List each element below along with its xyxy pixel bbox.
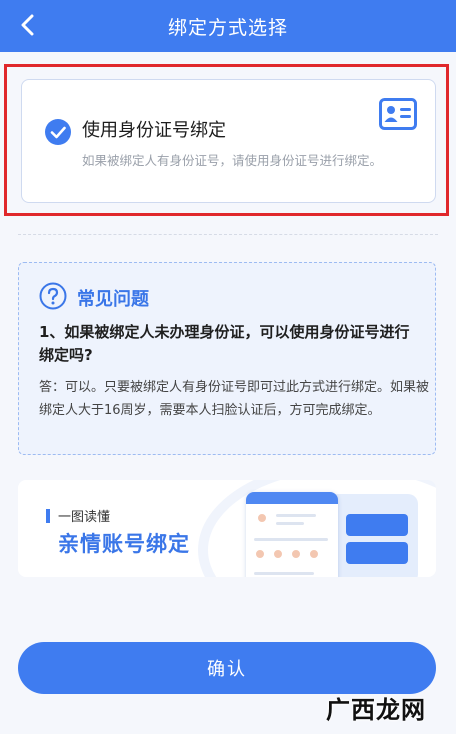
banner-tag-text: 一图读懂 (58, 510, 111, 525)
illustration-avatar (290, 548, 302, 560)
chevron-left-icon (21, 14, 34, 36)
illustration-line (276, 522, 304, 525)
watermark: 广西龙网 (326, 690, 426, 725)
page-title: 绑定方式选择 (167, 16, 288, 39)
option-description: 如果被绑定人有身份证号，请使用身份证号进行绑定。 (82, 153, 383, 168)
banner-tag-bar (46, 508, 50, 523)
banner-title: 亲情账号绑定 (58, 532, 190, 556)
faq-question: 1、如果被绑定人未办理身份证，可以使用身份证号进行绑定吗? (39, 323, 410, 364)
illustration-avatar (254, 548, 266, 560)
option-title: 使用身份证号绑定 (82, 120, 226, 141)
illustration-avatar (308, 548, 320, 560)
back-button[interactable] (12, 10, 42, 40)
id-card-icon (379, 98, 417, 130)
illustration-avatar (272, 548, 284, 560)
confirm-button[interactable]: 确认 (18, 642, 436, 694)
illustration-line (276, 514, 316, 517)
watermark-text: 广西龙网 (326, 696, 426, 724)
question-circle-icon (39, 282, 67, 310)
faq-card: 常见问题 1、如果被绑定人未办理身份证，可以使用身份证号进行绑定吗? 答：可以。… (18, 262, 436, 455)
illustration-line (254, 538, 328, 541)
option-id-number[interactable]: 使用身份证号绑定 如果被绑定人有身份证号，请使用身份证号进行绑定。 (21, 79, 436, 203)
faq-answer: 答：可以。只要被绑定人有身份证号即可过此方式进行绑定。如果被绑定人大于16周岁，… (39, 380, 430, 418)
check-circle-icon (45, 119, 71, 145)
header-bar: 绑定方式选择 (0, 0, 456, 52)
illustration-avatar (256, 512, 268, 524)
highlight-frame: 使用身份证号绑定 如果被绑定人有身份证号，请使用身份证号进行绑定。 (4, 64, 449, 216)
illustration-line (254, 572, 314, 575)
faq-title: 常见问题 (77, 289, 149, 310)
banner-tag: 一图读懂 (46, 506, 110, 525)
illustration-card (346, 514, 408, 536)
phone-illustration (246, 492, 338, 577)
section-divider (18, 234, 438, 235)
illustration-card (346, 542, 408, 564)
guide-banner[interactable]: 一图读懂 亲情账号绑定 (18, 480, 436, 577)
